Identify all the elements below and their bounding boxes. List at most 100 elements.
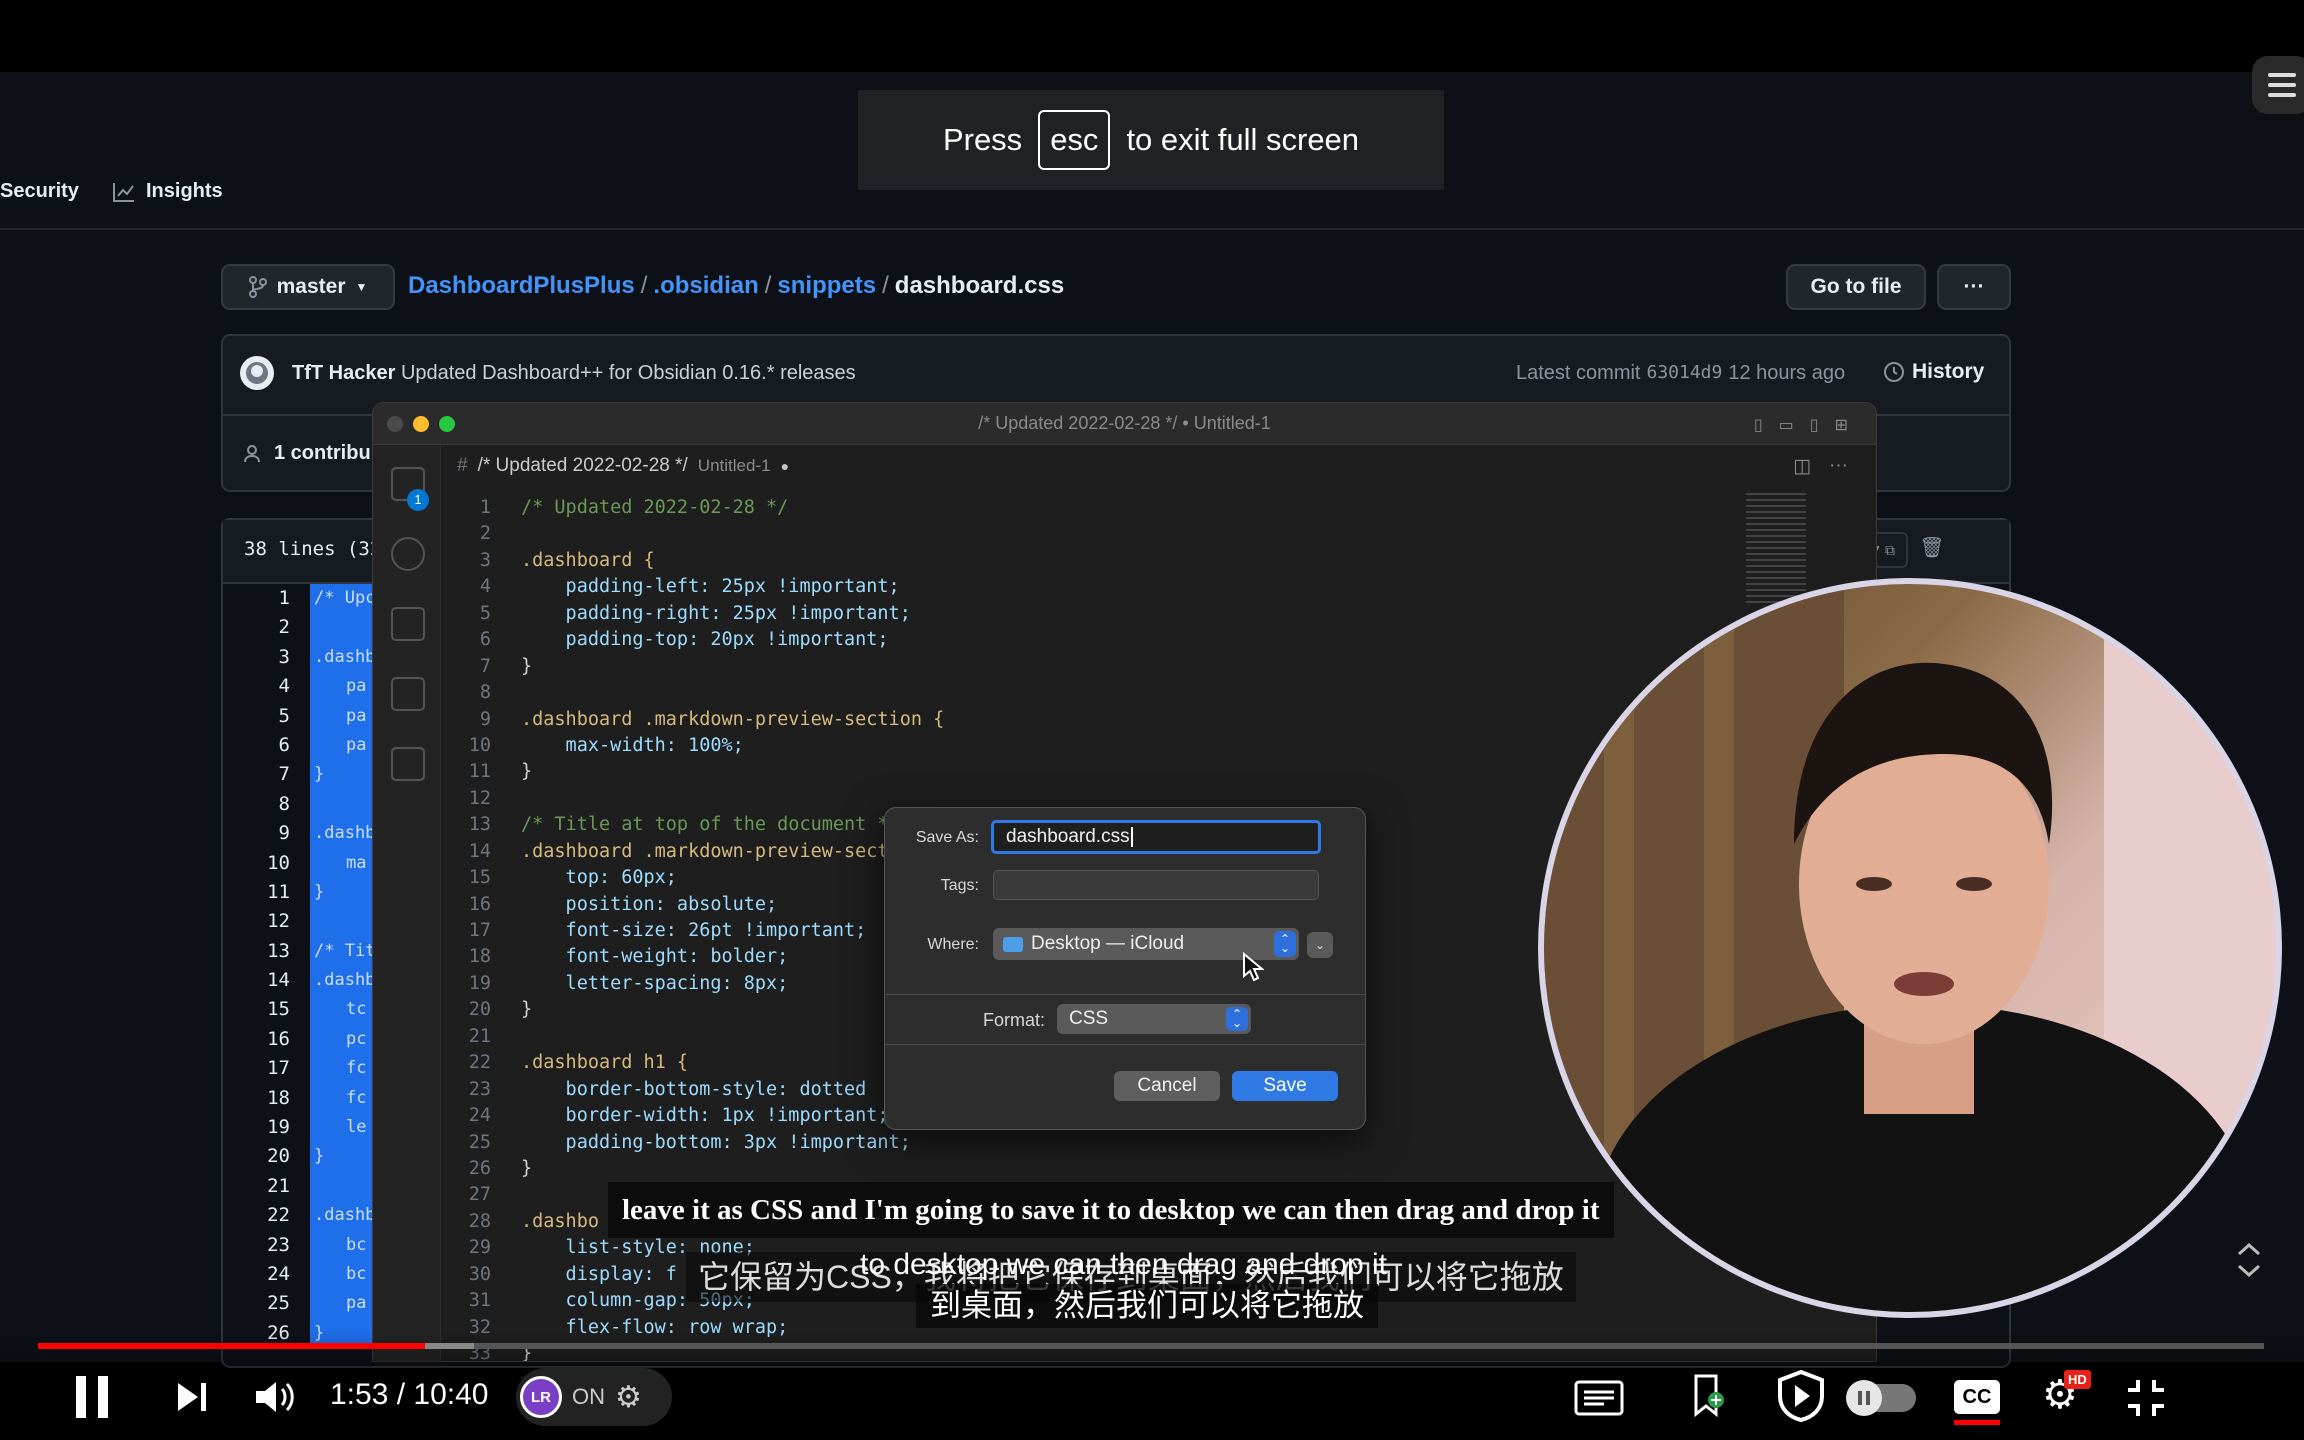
line-number[interactable]: 24 bbox=[230, 1260, 290, 1289]
toggle-panel-icon[interactable]: ▭ bbox=[1779, 415, 1794, 435]
breadcrumb-repo[interactable]: DashboardPlusPlus bbox=[408, 272, 635, 299]
line-number[interactable]: 13 bbox=[230, 937, 290, 966]
minimap[interactable] bbox=[1746, 493, 1806, 603]
code-snippet: bc bbox=[310, 1259, 372, 1290]
customize-layout-icon[interactable]: ⊞ bbox=[1835, 415, 1848, 435]
add-bookmark-icon[interactable] bbox=[1692, 1374, 1726, 1418]
code-snippet: pc bbox=[310, 1024, 372, 1055]
line-number[interactable]: 1 bbox=[230, 584, 290, 613]
nav-insights[interactable]: Insights bbox=[112, 180, 223, 203]
split-editor-icon[interactable]: ◫ bbox=[1793, 455, 1811, 478]
volume-icon[interactable] bbox=[254, 1378, 298, 1416]
line-number[interactable]: 15 bbox=[230, 995, 290, 1024]
commit-author[interactable]: TfT Hacker bbox=[292, 362, 395, 384]
commit-message[interactable]: Updated Dashboard++ for Obsidian 0.16.* … bbox=[401, 362, 856, 384]
line-number[interactable]: 11 bbox=[230, 878, 290, 907]
avatar[interactable] bbox=[240, 356, 274, 390]
run-debug-icon[interactable] bbox=[391, 677, 425, 711]
captions-button[interactable]: CC bbox=[1954, 1380, 2000, 1414]
toggle-sidebar-icon[interactable]: ▯ bbox=[1754, 415, 1763, 435]
text-cursor bbox=[1130, 827, 1133, 847]
line-number: 14 bbox=[468, 840, 491, 862]
line-number: 2 bbox=[479, 523, 491, 545]
lr-extension-toggle[interactable]: LR ON ⚙ bbox=[516, 1368, 672, 1426]
settings-button[interactable]: ⚙ HD bbox=[2042, 1370, 2091, 1418]
line-number: 12 bbox=[468, 787, 491, 809]
save-button[interactable]: Save bbox=[1232, 1071, 1338, 1101]
code-text: border-bottom-style: dotted bbox=[521, 1078, 867, 1100]
code-line: 6 padding-top: 20px !important; bbox=[441, 627, 1876, 653]
line-number[interactable]: 3 bbox=[230, 643, 290, 672]
line-number[interactable]: 23 bbox=[230, 1231, 290, 1260]
shield-play-icon[interactable] bbox=[1776, 1370, 1826, 1422]
code-text: } bbox=[521, 999, 533, 1021]
line-number: 27 bbox=[468, 1184, 491, 1206]
code-text: max-width: 100%; bbox=[521, 734, 744, 756]
breadcrumb-obsidian[interactable]: .obsidian bbox=[653, 272, 758, 299]
line-number[interactable]: 5 bbox=[230, 702, 290, 731]
code-snippet: /* Tit bbox=[310, 936, 372, 967]
activity-bar: 1 bbox=[373, 445, 441, 1361]
more-actions-icon[interactable]: ··· bbox=[1829, 455, 1848, 478]
chevron-down-icon: ⌄ bbox=[1314, 938, 1326, 952]
close-dot[interactable] bbox=[387, 416, 403, 432]
line-number[interactable]: 22 bbox=[230, 1201, 290, 1230]
commit-sha[interactable]: 63014d9 bbox=[1646, 362, 1722, 385]
lr-settings-icon[interactable]: ⚙ bbox=[615, 1380, 642, 1415]
line-number[interactable]: 21 bbox=[230, 1172, 290, 1201]
line-number[interactable]: 4 bbox=[230, 672, 290, 701]
table-row: 23 bc bbox=[230, 1230, 372, 1260]
expand-dialog-button[interactable]: ⌄ bbox=[1307, 932, 1333, 958]
line-number[interactable]: 7 bbox=[230, 760, 290, 789]
toggle-secondary-sidebar-icon[interactable]: ▯ bbox=[1810, 415, 1819, 435]
format-select[interactable]: CSS ⌃ ⌄ bbox=[1057, 1004, 1251, 1034]
line-number[interactable]: 20 bbox=[230, 1142, 290, 1171]
line-number: 13 bbox=[468, 814, 491, 836]
exit-fullscreen-icon[interactable] bbox=[2126, 1378, 2166, 1418]
history-link[interactable]: History bbox=[1882, 360, 1984, 384]
transcript-icon[interactable] bbox=[1574, 1380, 1624, 1416]
line-number[interactable]: 14 bbox=[230, 966, 290, 995]
code-line: 2 bbox=[441, 521, 1876, 547]
minimize-dot[interactable] bbox=[413, 416, 429, 432]
line-number[interactable]: 16 bbox=[230, 1025, 290, 1054]
next-icon[interactable] bbox=[175, 1380, 209, 1414]
maximize-dot[interactable] bbox=[439, 416, 455, 432]
copy-icon: ⧉ bbox=[1885, 542, 1895, 558]
nav-security[interactable]: Security bbox=[0, 180, 79, 203]
line-number[interactable]: 19 bbox=[230, 1113, 290, 1142]
line-number[interactable]: 18 bbox=[230, 1084, 290, 1113]
autoplay-toggle[interactable] bbox=[1846, 1380, 1916, 1416]
progress-bar[interactable] bbox=[38, 1343, 2264, 1349]
table-row: 8 bbox=[230, 789, 372, 820]
go-to-file-button[interactable]: Go to file bbox=[1786, 264, 1926, 310]
line-number[interactable]: 8 bbox=[230, 790, 290, 819]
search-icon[interactable] bbox=[391, 537, 425, 571]
more-options-button[interactable]: ··· bbox=[1937, 264, 2011, 310]
extensions-icon[interactable] bbox=[391, 747, 425, 781]
line-number[interactable]: 6 bbox=[230, 731, 290, 760]
line-number[interactable]: 12 bbox=[230, 907, 290, 936]
delete-file-button[interactable]: 🗑 bbox=[1914, 532, 1950, 568]
expand-chevrons-icon[interactable] bbox=[2234, 1240, 2264, 1280]
branch-select[interactable]: master ▼ bbox=[221, 264, 395, 310]
line-number[interactable]: 10 bbox=[230, 849, 290, 878]
trash-icon: 🗑 bbox=[1919, 537, 1945, 559]
save-as-input[interactable]: dashboard.css bbox=[991, 820, 1321, 854]
line-number[interactable]: 25 bbox=[230, 1289, 290, 1318]
people-icon bbox=[244, 444, 260, 462]
breadcrumb-snippets[interactable]: snippets bbox=[777, 272, 876, 299]
menu-button[interactable] bbox=[2252, 56, 2304, 114]
cancel-button[interactable]: Cancel bbox=[1114, 1071, 1220, 1101]
line-number[interactable]: 9 bbox=[230, 819, 290, 848]
tags-input[interactable] bbox=[993, 870, 1319, 900]
code-snippet: pa bbox=[310, 672, 372, 702]
contributors[interactable]: 1 contribu bbox=[244, 442, 371, 465]
tab-untitled-1[interactable]: # /* Updated 2022-02-28 */ Untitled-1 ● bbox=[441, 455, 789, 477]
pause-button[interactable] bbox=[76, 1376, 108, 1418]
line-number: 11 bbox=[468, 761, 491, 783]
line-number[interactable]: 17 bbox=[230, 1054, 290, 1083]
code-line: 4 padding-left: 25px !important; bbox=[441, 574, 1876, 600]
source-control-icon[interactable] bbox=[391, 607, 425, 641]
line-number[interactable]: 2 bbox=[230, 613, 290, 642]
